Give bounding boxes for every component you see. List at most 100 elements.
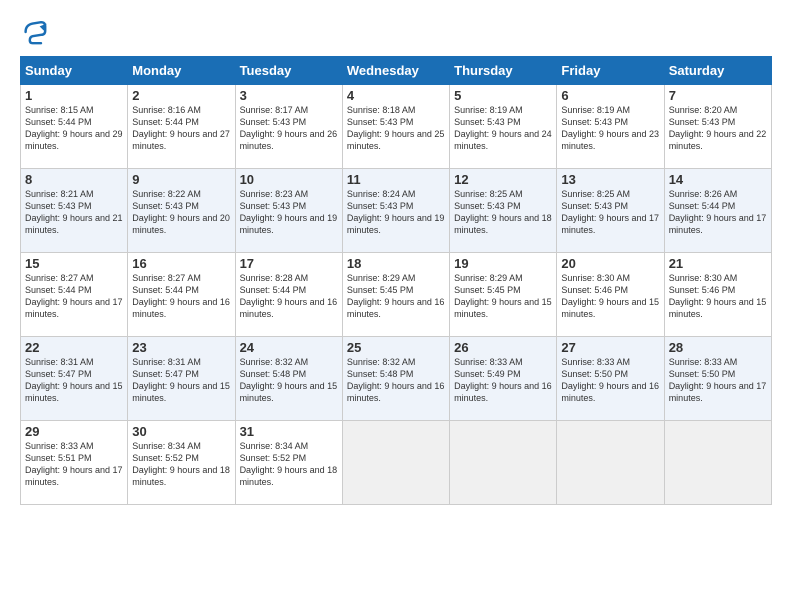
day-info: Sunrise: 8:32 AMSunset: 5:48 PMDaylight:…	[240, 357, 338, 403]
day-cell: 26 Sunrise: 8:33 AMSunset: 5:49 PMDaylig…	[450, 337, 557, 421]
day-info: Sunrise: 8:19 AMSunset: 5:43 PMDaylight:…	[561, 105, 659, 151]
week-row-1: 1 Sunrise: 8:15 AMSunset: 5:44 PMDayligh…	[21, 85, 772, 169]
day-cell: 24 Sunrise: 8:32 AMSunset: 5:48 PMDaylig…	[235, 337, 342, 421]
day-info: Sunrise: 8:26 AMSunset: 5:44 PMDaylight:…	[669, 189, 767, 235]
calendar-table: SundayMondayTuesdayWednesdayThursdayFrid…	[20, 56, 772, 505]
header-thursday: Thursday	[450, 57, 557, 85]
day-cell: 10 Sunrise: 8:23 AMSunset: 5:43 PMDaylig…	[235, 169, 342, 253]
day-number: 5	[454, 88, 552, 103]
day-info: Sunrise: 8:30 AMSunset: 5:46 PMDaylight:…	[561, 273, 659, 319]
day-cell	[557, 421, 664, 505]
day-number: 2	[132, 88, 230, 103]
day-info: Sunrise: 8:15 AMSunset: 5:44 PMDaylight:…	[25, 105, 123, 151]
day-cell: 29 Sunrise: 8:33 AMSunset: 5:51 PMDaylig…	[21, 421, 128, 505]
day-cell	[664, 421, 771, 505]
day-cell	[342, 421, 449, 505]
day-number: 11	[347, 172, 445, 187]
day-number: 25	[347, 340, 445, 355]
day-info: Sunrise: 8:21 AMSunset: 5:43 PMDaylight:…	[25, 189, 123, 235]
day-cell: 9 Sunrise: 8:22 AMSunset: 5:43 PMDayligh…	[128, 169, 235, 253]
day-cell: 12 Sunrise: 8:25 AMSunset: 5:43 PMDaylig…	[450, 169, 557, 253]
day-cell: 14 Sunrise: 8:26 AMSunset: 5:44 PMDaylig…	[664, 169, 771, 253]
day-number: 26	[454, 340, 552, 355]
day-info: Sunrise: 8:33 AMSunset: 5:50 PMDaylight:…	[561, 357, 659, 403]
day-cell: 11 Sunrise: 8:24 AMSunset: 5:43 PMDaylig…	[342, 169, 449, 253]
header-sunday: Sunday	[21, 57, 128, 85]
week-row-3: 15 Sunrise: 8:27 AMSunset: 5:44 PMDaylig…	[21, 253, 772, 337]
day-cell: 22 Sunrise: 8:31 AMSunset: 5:47 PMDaylig…	[21, 337, 128, 421]
day-cell: 23 Sunrise: 8:31 AMSunset: 5:47 PMDaylig…	[128, 337, 235, 421]
day-info: Sunrise: 8:29 AMSunset: 5:45 PMDaylight:…	[347, 273, 445, 319]
day-number: 21	[669, 256, 767, 271]
day-number: 7	[669, 88, 767, 103]
day-cell: 2 Sunrise: 8:16 AMSunset: 5:44 PMDayligh…	[128, 85, 235, 169]
day-number: 16	[132, 256, 230, 271]
header-friday: Friday	[557, 57, 664, 85]
day-cell: 27 Sunrise: 8:33 AMSunset: 5:50 PMDaylig…	[557, 337, 664, 421]
day-cell: 1 Sunrise: 8:15 AMSunset: 5:44 PMDayligh…	[21, 85, 128, 169]
day-info: Sunrise: 8:25 AMSunset: 5:43 PMDaylight:…	[454, 189, 552, 235]
day-info: Sunrise: 8:20 AMSunset: 5:43 PMDaylight:…	[669, 105, 767, 151]
day-cell: 13 Sunrise: 8:25 AMSunset: 5:43 PMDaylig…	[557, 169, 664, 253]
day-cell: 7 Sunrise: 8:20 AMSunset: 5:43 PMDayligh…	[664, 85, 771, 169]
day-cell: 20 Sunrise: 8:30 AMSunset: 5:46 PMDaylig…	[557, 253, 664, 337]
day-number: 8	[25, 172, 123, 187]
day-info: Sunrise: 8:16 AMSunset: 5:44 PMDaylight:…	[132, 105, 230, 151]
day-cell: 25 Sunrise: 8:32 AMSunset: 5:48 PMDaylig…	[342, 337, 449, 421]
day-info: Sunrise: 8:19 AMSunset: 5:43 PMDaylight:…	[454, 105, 552, 151]
day-number: 28	[669, 340, 767, 355]
day-info: Sunrise: 8:29 AMSunset: 5:45 PMDaylight:…	[454, 273, 552, 319]
day-info: Sunrise: 8:28 AMSunset: 5:44 PMDaylight:…	[240, 273, 338, 319]
page: SundayMondayTuesdayWednesdayThursdayFrid…	[0, 0, 792, 515]
day-info: Sunrise: 8:27 AMSunset: 5:44 PMDaylight:…	[132, 273, 230, 319]
header	[20, 18, 772, 46]
day-info: Sunrise: 8:33 AMSunset: 5:51 PMDaylight:…	[25, 441, 123, 487]
day-cell: 31 Sunrise: 8:34 AMSunset: 5:52 PMDaylig…	[235, 421, 342, 505]
day-number: 30	[132, 424, 230, 439]
day-number: 1	[25, 88, 123, 103]
day-cell: 16 Sunrise: 8:27 AMSunset: 5:44 PMDaylig…	[128, 253, 235, 337]
day-number: 13	[561, 172, 659, 187]
day-number: 22	[25, 340, 123, 355]
day-number: 3	[240, 88, 338, 103]
day-cell: 4 Sunrise: 8:18 AMSunset: 5:43 PMDayligh…	[342, 85, 449, 169]
day-info: Sunrise: 8:34 AMSunset: 5:52 PMDaylight:…	[132, 441, 230, 487]
day-info: Sunrise: 8:22 AMSunset: 5:43 PMDaylight:…	[132, 189, 230, 235]
day-info: Sunrise: 8:31 AMSunset: 5:47 PMDaylight:…	[132, 357, 230, 403]
day-number: 23	[132, 340, 230, 355]
day-info: Sunrise: 8:33 AMSunset: 5:50 PMDaylight:…	[669, 357, 767, 403]
day-cell: 21 Sunrise: 8:30 AMSunset: 5:46 PMDaylig…	[664, 253, 771, 337]
day-info: Sunrise: 8:24 AMSunset: 5:43 PMDaylight:…	[347, 189, 445, 235]
day-cell: 30 Sunrise: 8:34 AMSunset: 5:52 PMDaylig…	[128, 421, 235, 505]
day-cell: 15 Sunrise: 8:27 AMSunset: 5:44 PMDaylig…	[21, 253, 128, 337]
header-row: SundayMondayTuesdayWednesdayThursdayFrid…	[21, 57, 772, 85]
header-saturday: Saturday	[664, 57, 771, 85]
day-info: Sunrise: 8:17 AMSunset: 5:43 PMDaylight:…	[240, 105, 338, 151]
header-wednesday: Wednesday	[342, 57, 449, 85]
day-cell	[450, 421, 557, 505]
day-cell: 19 Sunrise: 8:29 AMSunset: 5:45 PMDaylig…	[450, 253, 557, 337]
day-number: 14	[669, 172, 767, 187]
day-number: 10	[240, 172, 338, 187]
day-number: 24	[240, 340, 338, 355]
day-cell: 17 Sunrise: 8:28 AMSunset: 5:44 PMDaylig…	[235, 253, 342, 337]
day-cell: 28 Sunrise: 8:33 AMSunset: 5:50 PMDaylig…	[664, 337, 771, 421]
day-number: 20	[561, 256, 659, 271]
day-number: 19	[454, 256, 552, 271]
day-number: 18	[347, 256, 445, 271]
day-info: Sunrise: 8:23 AMSunset: 5:43 PMDaylight:…	[240, 189, 338, 235]
day-cell: 6 Sunrise: 8:19 AMSunset: 5:43 PMDayligh…	[557, 85, 664, 169]
day-number: 9	[132, 172, 230, 187]
week-row-2: 8 Sunrise: 8:21 AMSunset: 5:43 PMDayligh…	[21, 169, 772, 253]
day-number: 6	[561, 88, 659, 103]
day-number: 17	[240, 256, 338, 271]
logo-icon	[20, 18, 48, 46]
week-row-4: 22 Sunrise: 8:31 AMSunset: 5:47 PMDaylig…	[21, 337, 772, 421]
day-cell: 3 Sunrise: 8:17 AMSunset: 5:43 PMDayligh…	[235, 85, 342, 169]
day-number: 4	[347, 88, 445, 103]
day-number: 15	[25, 256, 123, 271]
day-info: Sunrise: 8:18 AMSunset: 5:43 PMDaylight:…	[347, 105, 445, 151]
day-info: Sunrise: 8:25 AMSunset: 5:43 PMDaylight:…	[561, 189, 659, 235]
week-row-5: 29 Sunrise: 8:33 AMSunset: 5:51 PMDaylig…	[21, 421, 772, 505]
day-info: Sunrise: 8:27 AMSunset: 5:44 PMDaylight:…	[25, 273, 123, 319]
